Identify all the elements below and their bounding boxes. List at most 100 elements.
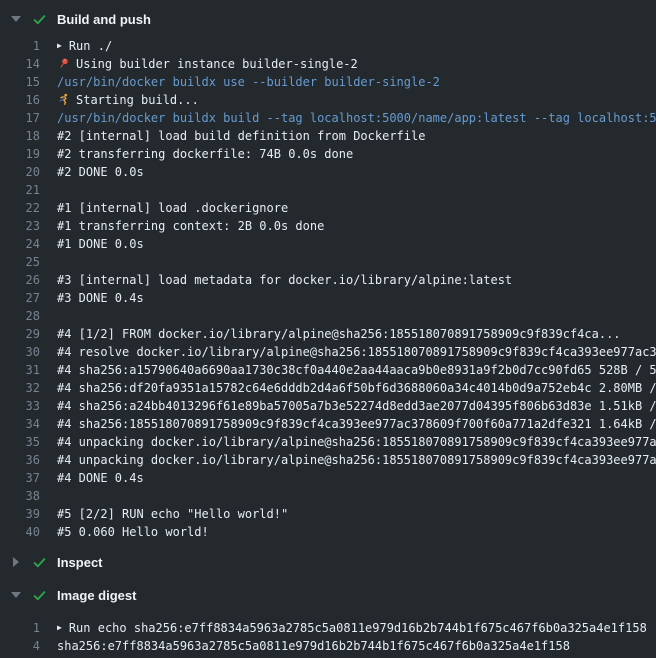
line-text: Using builder instance builder-single-2 [57,55,656,73]
line-number[interactable]: 16 [0,91,40,109]
line-text-content: #5 [2/2] RUN echo "Hello world!" [57,507,288,521]
log-line: 39 #5 [2/2] RUN echo "Hello world!" [0,505,656,523]
command-line-text: /usr/bin/docker buildx build --tag local… [57,109,656,127]
line-number[interactable]: 15 [0,73,40,91]
line-text: #1 transferring context: 2B 0.0s done [57,217,656,235]
line-number[interactable]: 28 [0,307,40,325]
log-line: 22 #1 [internal] load .dockerignore [0,199,656,217]
line-text: #5 [2/2] RUN echo "Hello world!" [57,505,656,523]
line-text: #2 [internal] load build definition from… [57,127,656,145]
section-header-inspect[interactable]: Inspect [0,550,656,574]
line-number[interactable]: 19 [0,145,40,163]
line-number[interactable]: 26 [0,271,40,289]
line-text: #4 DONE 0.4s [57,469,656,487]
line-text-content: #4 unpacking docker.io/library/alpine@sh… [57,435,656,449]
check-icon [32,11,48,27]
chevron-right-icon[interactable] [8,554,24,570]
line-text[interactable]: ▶ Run echo sha256:e7ff8834a5963a2785c5a08… [57,619,656,637]
line-number[interactable]: 17 [0,109,40,127]
line-text[interactable]: ▶ Run ./ [57,37,656,55]
line-text-content: #4 [1/2] FROM docker.io/library/alpine@s… [57,327,621,341]
line-number[interactable]: 25 [0,253,40,271]
log-line: 30 #4 resolve docker.io/library/alpine@sh… [0,343,656,361]
line-text: Starting build... [57,91,656,109]
line-number[interactable]: 24 [0,235,40,253]
line-number[interactable]: 4 [0,637,40,655]
log-line: 20#2 DONE 0.0s [0,163,656,181]
log-line: 27 #3 DONE 0.4s [0,289,656,307]
line-text: sha256:e7ff8834a5963a2785c5a0811e979d16b… [57,637,656,655]
line-number[interactable]: 27 [0,289,40,307]
line-number[interactable]: 36 [0,451,40,469]
log-line: 17/usr/bin/docker buildx build --tag loc… [0,109,656,127]
line-text-content: Run ./ [69,39,112,53]
line-number[interactable]: 23 [0,217,40,235]
line-number[interactable]: 34 [0,415,40,433]
line-number[interactable]: 14 [0,55,40,73]
line-number[interactable]: 1 [0,619,40,637]
log-line: 34 #4 sha256:185518070891758909c9f839cf4c… [0,415,656,433]
log-line: 1 ▶ Run ./ [0,37,656,55]
line-number[interactable]: 22 [0,199,40,217]
log-line: 21 [0,181,656,199]
log-line: 35 #4 unpacking docker.io/library/alpine@… [0,433,656,451]
line-text-content: Run echo sha256:e7ff8834a5963a2785c5a081… [69,621,647,635]
line-number[interactable]: 18 [0,127,40,145]
log-line: 4 sha256:e7ff8834a5963a2785c5a0811e979d16… [0,637,656,655]
line-text-content: #3 DONE 0.4s [57,291,144,305]
line-number[interactable]: 30 [0,343,40,361]
log-line: 26#3 [internal] load metadata for docker… [0,271,656,289]
pushpin-icon [57,57,70,70]
line-text-content: #4 DONE 0.4s [57,471,144,485]
line-number[interactable]: 37 [0,469,40,487]
line-number[interactable]: 31 [0,361,40,379]
check-icon [32,587,48,603]
line-number[interactable]: 40 [0,523,40,541]
line-text-content: #4 sha256:185518070891758909c9f839cf4ca3… [57,417,656,431]
line-text-content: #2 [internal] load build definition from… [57,129,425,143]
section-title: Build and push [57,12,151,27]
line-number[interactable]: 20 [0,163,40,181]
line-number[interactable]: 38 [0,487,40,505]
line-text-content: #4 sha256:a15790640a6690aa1730c38cf0a440… [57,363,656,377]
log-line: 37 #4 DONE 0.4s [0,469,656,487]
section-title: Inspect [57,555,103,570]
line-number[interactable]: 21 [0,181,40,199]
log-line: 25 [0,253,656,271]
log-section-build-and-push: Build and push 1 ▶ Run ./ 14 Using builder in… [0,7,656,541]
check-icon [32,554,48,570]
line-text-content: #1 [internal] load .dockerignore [57,201,288,215]
line-text-content: #1 DONE 0.0s [57,237,144,251]
line-text-content: Starting build... [76,93,199,107]
expand-arrow-icon[interactable]: ▶ [57,619,62,637]
line-number[interactable]: 33 [0,397,40,415]
line-text: #4 resolve docker.io/library/alpine@sha2… [57,343,656,361]
line-text [57,307,656,325]
section-header-build-and-push[interactable]: Build and push [0,7,656,31]
line-text: #4 unpacking docker.io/library/alpine@sh… [57,433,656,451]
chevron-down-icon[interactable] [8,11,24,27]
line-number[interactable]: 32 [0,379,40,397]
chevron-down-icon[interactable] [8,587,24,603]
line-text: #3 DONE 0.4s [57,289,656,307]
log-section-image-digest: Image digest 1 ▶ Run echo sha256:e7ff8834a5… [0,583,656,655]
line-number[interactable]: 39 [0,505,40,523]
line-text-content: #2 transferring dockerfile: 74B 0.0s don… [57,147,353,161]
line-text-content: #4 unpacking docker.io/library/alpine@sh… [57,453,656,467]
line-number[interactable]: 29 [0,325,40,343]
line-text-content: /usr/bin/docker buildx build --tag local… [57,111,656,125]
line-text: #4 sha256:a24bb4013296f61e89ba57005a7b3e… [57,397,656,415]
line-text: #4 unpacking docker.io/library/alpine@sh… [57,451,656,469]
line-number[interactable]: 1 [0,37,40,55]
expand-arrow-icon[interactable]: ▶ [57,37,62,55]
section-header-image-digest[interactable]: Image digest [0,583,656,607]
log-line: 15/usr/bin/docker buildx use --builder b… [0,73,656,91]
log-line: 14 Using builder instance builder-single-… [0,55,656,73]
line-number[interactable]: 35 [0,433,40,451]
line-text-content: #4 sha256:df20fa9351a15782c64e6dddb2d4a6… [57,381,656,395]
line-text [57,487,656,505]
log-line: 19 #2 transferring dockerfile: 74B 0.0s d… [0,145,656,163]
log-line: 1 ▶ Run echo sha256:e7ff8834a5963a2785c5a0… [0,619,656,637]
log-line: 36 #4 unpacking docker.io/library/alpine@… [0,451,656,469]
log-section-inspect: Inspect [0,550,656,574]
